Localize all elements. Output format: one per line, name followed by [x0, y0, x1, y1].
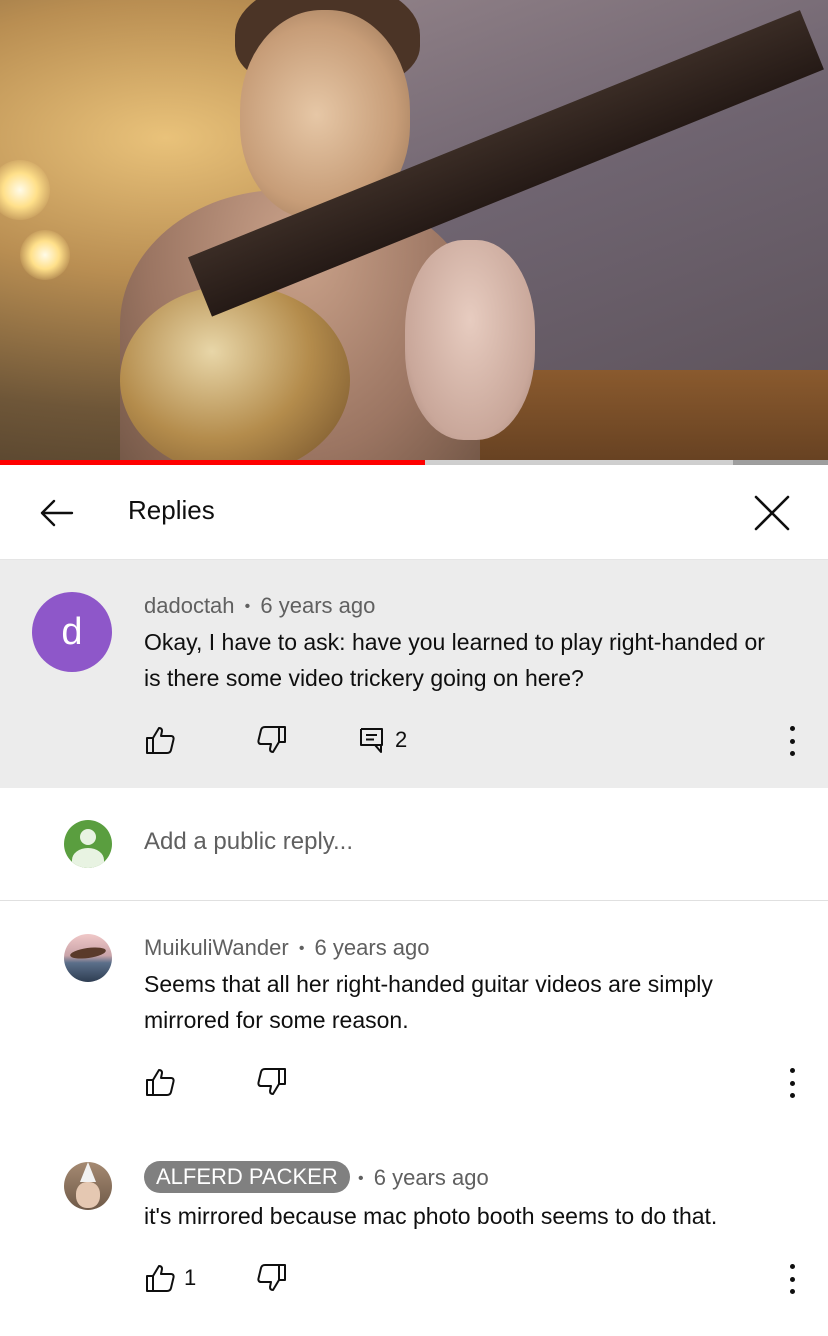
like-button[interactable]	[144, 1262, 176, 1294]
avatar-face	[76, 1182, 100, 1208]
kebab-dot	[789, 751, 795, 756]
thumbs-down-icon	[257, 1068, 286, 1095]
more-options-button[interactable]	[787, 726, 797, 756]
arrow-left-icon	[40, 499, 74, 527]
more-options-button[interactable]	[787, 1264, 797, 1294]
meta-separator: •	[298, 940, 305, 957]
video-light	[0, 160, 50, 220]
thumbs-up-icon	[146, 1265, 175, 1292]
video-person-hand	[405, 240, 535, 440]
parent-comment: d dadoctah • 6 years ago Okay, I have to…	[0, 560, 828, 788]
avatar	[64, 820, 112, 868]
kebab-dot	[789, 1080, 795, 1086]
like-button[interactable]	[144, 724, 176, 756]
comment-time: 6 years ago	[260, 593, 376, 618]
close-button[interactable]	[752, 493, 792, 533]
replies-header: Replies	[0, 465, 828, 560]
comment-text-line: Okay, I have to ask: have you learned to…	[144, 629, 765, 655]
thumbs-down-icon	[257, 726, 286, 753]
avatar-shoulders	[72, 848, 104, 868]
avatar[interactable]	[64, 934, 112, 982]
meta-separator: •	[244, 598, 251, 615]
kebab-dot	[789, 1093, 795, 1098]
kebab-dot	[789, 1276, 795, 1282]
header-title: Replies	[128, 495, 215, 525]
comment-text: Seems that all her right-handed guitar v…	[144, 966, 713, 1038]
video-guitar-body	[120, 285, 350, 460]
comment-text-line: it's mirrored because mac photo booth se…	[144, 1203, 718, 1229]
avatar[interactable]: d	[32, 592, 112, 672]
thumbs-up-icon	[146, 1069, 175, 1096]
comment-text: Okay, I have to ask: have you learned to…	[144, 624, 765, 696]
comment-text-line: Seems that all her right-handed guitar v…	[144, 971, 713, 997]
comment-icon	[360, 728, 383, 753]
avatar-head	[80, 829, 96, 845]
creator-author-chip[interactable]: ALFERD PACKER	[144, 1161, 350, 1193]
video-light	[20, 230, 70, 280]
comment-time: 6 years ago	[314, 935, 430, 960]
kebab-dot	[789, 726, 795, 731]
kebab-dot	[789, 1289, 795, 1294]
kebab-dot	[789, 738, 795, 744]
comment-text: it's mirrored because mac photo booth se…	[144, 1198, 717, 1234]
kebab-dot	[789, 1068, 795, 1073]
comment-text-line: is there some video trickery going on he…	[144, 665, 584, 691]
avatar[interactable]	[64, 1162, 112, 1210]
thumbs-down-icon	[257, 1264, 286, 1291]
dislike-button[interactable]	[256, 1066, 288, 1098]
reply-button[interactable]	[358, 726, 390, 758]
reply-input[interactable]: Add a public reply...	[144, 828, 353, 856]
like-count: 1	[184, 1265, 197, 1290]
avatar-hat	[80, 1162, 96, 1182]
comment-author[interactable]: dadoctah	[144, 593, 235, 618]
kebab-dot	[789, 1264, 795, 1269]
reply-count: 2	[395, 727, 408, 752]
dislike-button[interactable]	[256, 1262, 288, 1294]
comment-time: 6 years ago	[373, 1165, 489, 1190]
like-button[interactable]	[144, 1066, 176, 1098]
avatar-bird	[69, 945, 107, 961]
thumbs-up-icon	[146, 727, 175, 754]
video-player[interactable]	[0, 0, 828, 460]
comment-text-line: mirrored for some reason.	[144, 1007, 409, 1033]
comment-meta: MuikuliWander • 6 years ago	[144, 935, 430, 961]
close-icon	[754, 495, 790, 531]
back-button[interactable]	[36, 493, 76, 533]
more-options-button[interactable]	[787, 1068, 797, 1098]
dislike-button[interactable]	[256, 724, 288, 756]
comment-meta: • 6 years ago	[354, 1165, 489, 1191]
reply-composer: Add a public reply...	[0, 788, 828, 901]
comment-author[interactable]: MuikuliWander	[144, 935, 289, 960]
comment-meta: dadoctah • 6 years ago	[144, 593, 375, 619]
meta-separator: •	[358, 1170, 364, 1187]
